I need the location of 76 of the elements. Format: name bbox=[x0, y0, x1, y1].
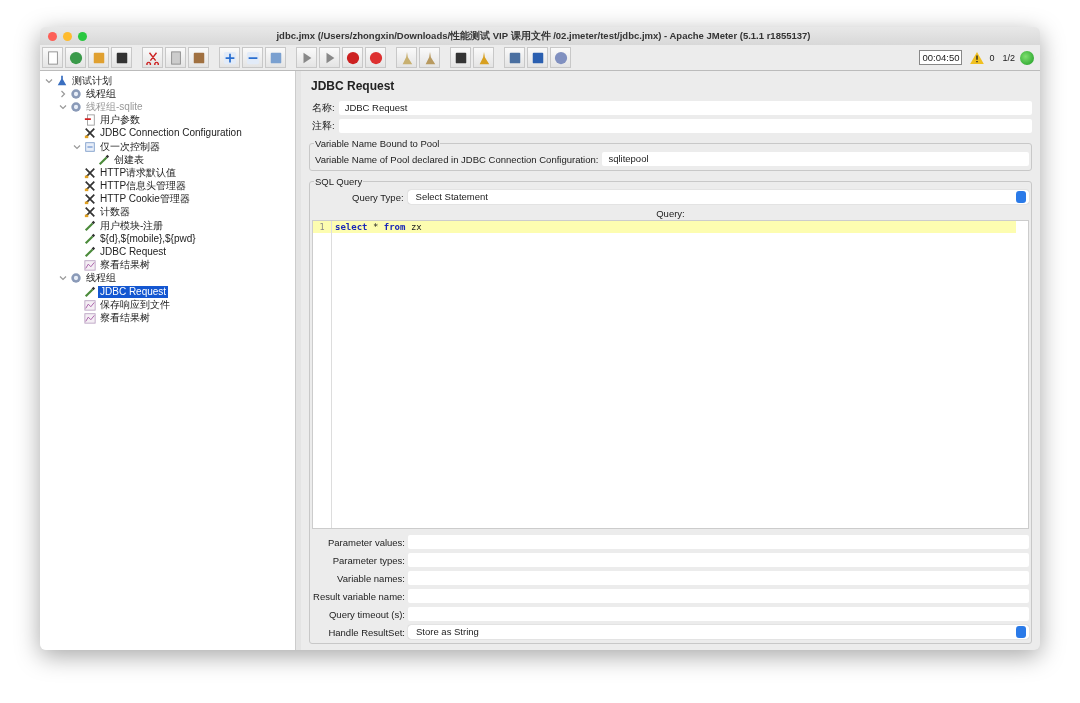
tools-icon bbox=[84, 166, 96, 179]
field-label: 注释: bbox=[312, 119, 335, 133]
start-nopause-button[interactable] bbox=[319, 47, 340, 68]
tools-icon bbox=[84, 127, 96, 140]
start-button[interactable] bbox=[296, 47, 317, 68]
field-label: Query Type: bbox=[352, 191, 404, 203]
tools-icon bbox=[84, 180, 96, 193]
close-button[interactable] bbox=[48, 31, 57, 41]
name-field[interactable]: JDBC Request bbox=[338, 101, 1032, 115]
panel-title: JDBC Request bbox=[310, 78, 396, 95]
line-number: 1 bbox=[318, 222, 326, 232]
paste-button[interactable] bbox=[188, 47, 209, 68]
tree-item[interactable]: JDBC Request bbox=[98, 285, 169, 298]
pipette-icon bbox=[84, 232, 96, 245]
scissors-icon bbox=[145, 50, 160, 65]
field-label: Handle ResultSet: bbox=[327, 626, 405, 638]
tree-item[interactable]: 线程组 bbox=[84, 87, 118, 100]
stepper-icon bbox=[1016, 626, 1026, 638]
plus-icon bbox=[222, 50, 237, 65]
help-button[interactable] bbox=[527, 47, 548, 68]
tree-item[interactable]: 保存响应到文件 bbox=[98, 298, 172, 311]
shutdown-button[interactable] bbox=[365, 47, 386, 68]
warning-count: 0 bbox=[989, 52, 995, 63]
templates-button[interactable] bbox=[65, 47, 86, 68]
tools-icon bbox=[84, 206, 96, 219]
remote-button[interactable] bbox=[550, 47, 571, 68]
tree-item[interactable]: 察看结果树 bbox=[98, 311, 152, 324]
field-label: Parameter types: bbox=[331, 554, 405, 566]
zoom-button[interactable] bbox=[78, 31, 87, 41]
clear-all-button[interactable] bbox=[419, 47, 440, 68]
cut-button[interactable] bbox=[142, 47, 163, 68]
group-legend: SQL Query bbox=[314, 176, 364, 187]
expand-button[interactable] bbox=[219, 47, 240, 68]
stop-button[interactable] bbox=[342, 47, 363, 68]
pipette-icon bbox=[84, 285, 96, 298]
flask-icon bbox=[56, 74, 68, 87]
stepper-icon bbox=[1016, 191, 1026, 203]
tree-item[interactable]: 线程组 bbox=[84, 272, 118, 285]
tools-icon bbox=[84, 193, 96, 206]
query-type-dropdown[interactable]: Select Statement bbox=[407, 190, 1029, 204]
chart-icon bbox=[84, 259, 96, 272]
minus-icon bbox=[245, 50, 260, 65]
dropdown[interactable]: Store as String bbox=[408, 625, 1029, 639]
minimize-button[interactable] bbox=[63, 31, 72, 41]
collapse-button[interactable] bbox=[242, 47, 263, 68]
function-button[interactable] bbox=[504, 47, 525, 68]
copy-button[interactable] bbox=[165, 47, 186, 68]
code-line: select * from zx bbox=[334, 222, 422, 232]
new-button[interactable] bbox=[42, 47, 63, 68]
code-editor[interactable]: 1 select * from zx bbox=[312, 220, 1029, 529]
field-label: 名称: bbox=[312, 101, 335, 115]
chart-icon bbox=[84, 311, 96, 324]
pool-name-field[interactable]: sqlitepool bbox=[602, 152, 1029, 166]
save-button[interactable] bbox=[111, 47, 132, 68]
search-button[interactable] bbox=[450, 47, 471, 68]
tree-item[interactable]: 测试计划 bbox=[70, 74, 114, 87]
elapsed-timer: 00:04:50 bbox=[919, 50, 963, 65]
field-label: Query timeout (s): bbox=[327, 608, 405, 620]
clear-button[interactable] bbox=[396, 47, 417, 68]
pipette-icon bbox=[98, 153, 110, 166]
query-label: Query: bbox=[655, 207, 686, 220]
pipette-icon bbox=[84, 219, 96, 232]
window-title: jdbc.jmx (/Users/zhongxin/Downloads/性能测试 VIP 课用文件 /02.jmeter/test/jdbc.jmx) - Apache JMeter (5.1.1 r1855137) bbox=[275, 29, 812, 43]
blank-page-icon bbox=[45, 50, 60, 65]
group-legend: Variable Name Bound to Pool bbox=[314, 138, 441, 149]
thread-count: 1/2 bbox=[1002, 52, 1015, 63]
field-label: Result variable name: bbox=[312, 590, 405, 602]
pipette-icon bbox=[84, 246, 96, 259]
field-label: Variable Name of Pool declared in JDBC Connection Configuration: bbox=[315, 153, 599, 165]
field-label: Parameter values: bbox=[326, 536, 405, 548]
chart-icon bbox=[84, 298, 96, 311]
toggle-button[interactable] bbox=[265, 47, 286, 68]
copy-icon bbox=[168, 50, 183, 65]
field-label: Variable names: bbox=[336, 572, 405, 584]
warning-icon bbox=[970, 51, 985, 64]
controller-icon bbox=[84, 140, 96, 153]
